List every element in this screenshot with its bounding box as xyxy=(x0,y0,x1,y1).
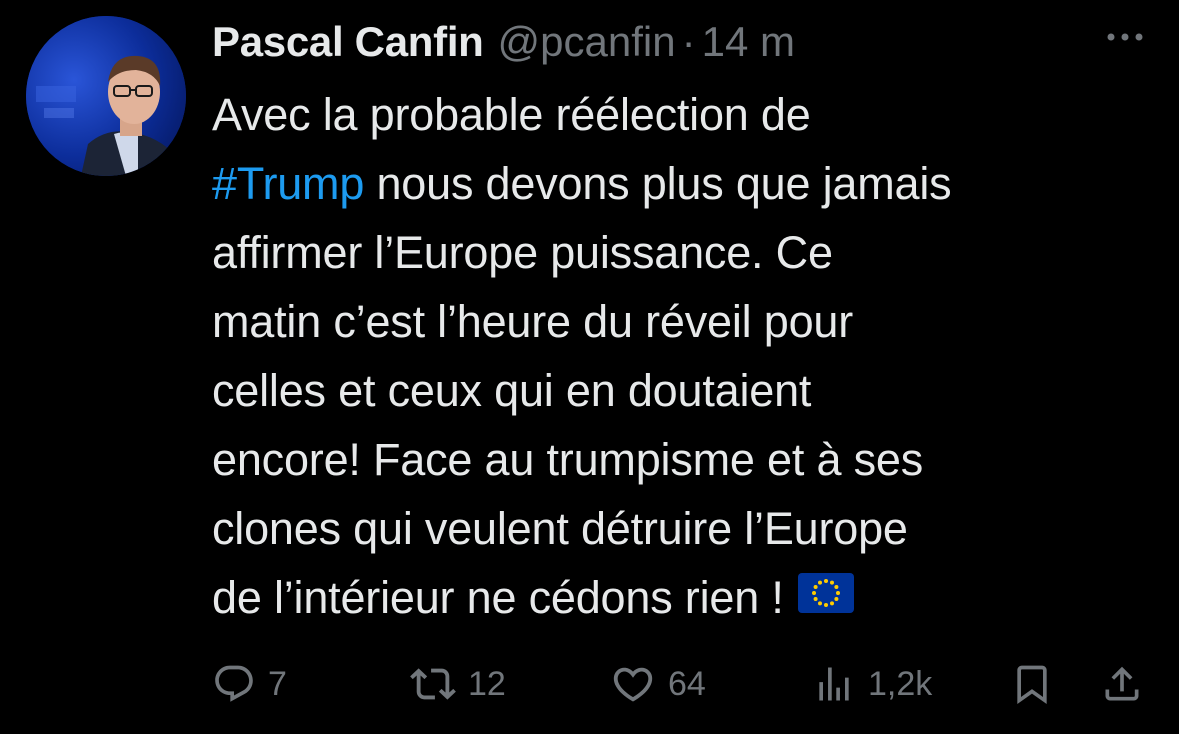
like-button[interactable]: 64 xyxy=(610,656,706,712)
tweet-text: Avec la probable réélection de #Trump no… xyxy=(212,80,1162,632)
tweet-line: de l’intérieur ne cédons rien ! xyxy=(212,563,1162,632)
tweet-line: Avec la probable réélection de xyxy=(212,89,811,140)
more-options-button[interactable] xyxy=(1100,22,1150,52)
reply-icon xyxy=(215,665,253,702)
bookmark-button[interactable] xyxy=(1010,656,1054,712)
user-handle[interactable]: @pcanfin xyxy=(498,18,676,66)
tweet[interactable]: Pascal Canfin @pcanfin · 14 m Avec la pr… xyxy=(0,0,1179,734)
analytics-icon xyxy=(819,667,849,701)
avatar-photo xyxy=(26,16,186,176)
bookmark-icon xyxy=(1017,665,1047,705)
eu-flag-icon xyxy=(797,563,854,632)
reply-count: 7 xyxy=(268,664,287,703)
separator-dot: · xyxy=(681,18,696,65)
like-count: 64 xyxy=(668,664,706,703)
tweet-line: clones qui veulent détruire l’Europe xyxy=(212,503,908,554)
timestamp[interactable]: 14 m xyxy=(702,18,795,66)
share-icon xyxy=(1105,666,1139,701)
hashtag-link[interactable]: #Trump xyxy=(212,158,364,209)
repost-button[interactable]: 12 xyxy=(410,656,506,712)
tweet-line: #Trump nous devons plus que jamais xyxy=(212,158,952,209)
display-name[interactable]: Pascal Canfin xyxy=(212,18,484,66)
share-button[interactable] xyxy=(1100,656,1144,712)
tweet-line: affirmer l’Europe puissance. Ce xyxy=(212,227,833,278)
avatar[interactable] xyxy=(26,16,186,176)
more-icon xyxy=(1107,33,1143,41)
action-bar: 7 12 64 1,2k xyxy=(0,656,1179,712)
repost-count: 12 xyxy=(468,664,506,703)
tweet-line: matin c’est l’heure du réveil pour xyxy=(212,296,854,347)
tweet-line: celles et ceux qui en doutaient xyxy=(212,365,812,416)
tweet-line: encore! Face au trumpisme et à ses xyxy=(212,434,924,485)
reply-button[interactable]: 7 xyxy=(212,656,287,712)
views-count: 1,2k xyxy=(868,664,933,703)
repost-icon xyxy=(410,668,456,700)
views-button[interactable]: 1,2k xyxy=(812,656,932,712)
tweet-header: Pascal Canfin @pcanfin · 14 m xyxy=(212,12,795,72)
heart-icon xyxy=(613,667,653,702)
